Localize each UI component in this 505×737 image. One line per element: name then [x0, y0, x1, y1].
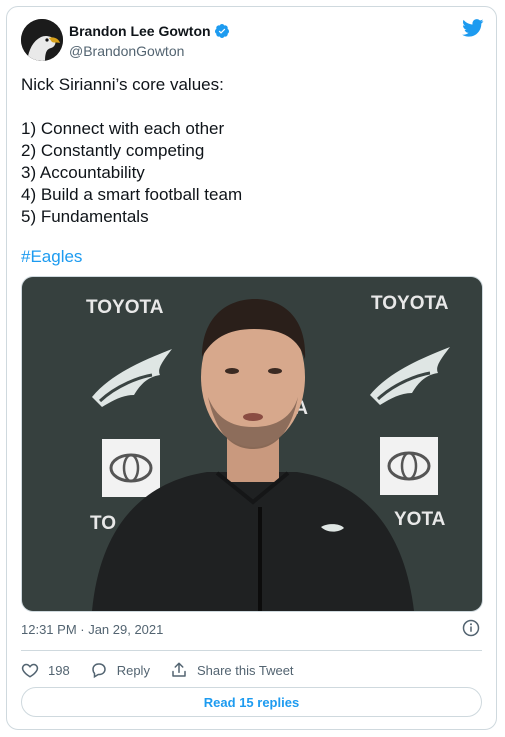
author-block: Brandon Lee Gowton @BrandonGowton: [69, 22, 230, 60]
read-replies-button[interactable]: Read 15 replies: [21, 687, 482, 717]
divider: [21, 650, 482, 651]
verified-badge-icon: [214, 23, 230, 39]
tweet-timestamp[interactable]: 12:31 PM · Jan 29, 2021: [21, 622, 163, 637]
twitter-bird-icon[interactable]: [462, 19, 484, 42]
toyota-emblem-right: [380, 437, 438, 495]
reply-label: Reply: [116, 662, 150, 678]
action-bar: 198 Reply Share this Tweet: [21, 659, 314, 681]
tweet-text: Nick Sirianni’s core values: 1) Connect …: [21, 75, 243, 226]
share-icon: [172, 662, 186, 677]
sponsor-text-right: TOYOTA: [371, 293, 449, 314]
author-handle[interactable]: @BrandonGowton: [69, 42, 230, 60]
like-count: 198: [48, 662, 70, 678]
tweet-photo[interactable]: TOYOTA TOYOTA TO YOTA TA: [21, 276, 483, 612]
hashtag-link[interactable]: #Eagles: [21, 246, 82, 268]
info-icon[interactable]: [462, 619, 480, 642]
like-button[interactable]: 198: [21, 661, 70, 679]
press-conference-photo: TOYOTA TOYOTA TO YOTA TA: [22, 277, 482, 611]
reply-icon: [91, 663, 106, 679]
eagle-avatar-icon: [21, 19, 63, 61]
sponsor-text-partial-right: YOTA: [394, 509, 446, 530]
sponsor-text-partial-left: TO: [90, 513, 116, 534]
heart-icon: [21, 663, 39, 678]
sponsor-text-left: TOYOTA: [86, 297, 164, 318]
author-name[interactable]: Brandon Lee Gowton: [69, 22, 211, 40]
toyota-emblem-left: [102, 439, 160, 497]
tweet-card: Brandon Lee Gowton @BrandonGowton Nick S…: [6, 6, 497, 730]
share-label: Share this Tweet: [196, 662, 294, 678]
reply-button[interactable]: Reply: [90, 661, 150, 679]
avatar[interactable]: [21, 19, 63, 61]
share-button[interactable]: Share this Tweet: [170, 661, 294, 679]
